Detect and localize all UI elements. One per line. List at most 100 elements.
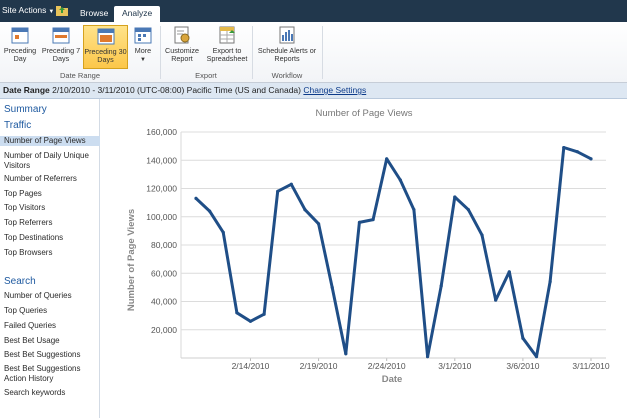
chevron-down-icon: ▼ [48,9,55,15]
ribbon-separator [252,26,253,79]
nav-item-number-of-page-views[interactable]: Number of Page Views [0,136,100,146]
nav-item-top-pages[interactable]: Top Pages [4,189,98,199]
chart-series [194,145,593,359]
data-point [357,220,362,224]
nav-item-top-visitors[interactable]: Top Visitors [4,203,98,213]
x-tick-label: 3/6/2010 [506,361,539,371]
data-point [480,233,484,237]
customize-report-icon [174,26,190,44]
data-point [194,196,198,200]
y-tick-label: 60,000 [151,268,177,278]
data-point [439,284,443,288]
nav-item-top-destinations[interactable]: Top Destinations [4,233,98,243]
data-point [330,285,334,289]
y-tick-label: 160,000 [146,127,177,137]
y-tick-label: 80,000 [151,240,177,250]
data-point [344,352,348,356]
nav-heading-traffic[interactable]: Traffic [4,120,31,131]
data-point [208,209,212,213]
data-point [589,157,593,161]
preceding-7-days-button[interactable]: Preceding 7 Days [40,25,82,69]
group-label-workflow: Workflow [271,71,303,80]
nav-item-best-bet-suggestions-action-history[interactable]: Best Bet Suggestions Action History [4,364,98,383]
export-to-spreadsheet-label: Export to Spreadsheet [206,46,248,63]
x-tick-label: 2/14/2010 [232,361,270,371]
data-point [221,230,225,234]
schedule-alerts-button[interactable]: Schedule Alerts or Reports [254,25,320,69]
ribbon-separator [160,26,161,79]
preceding-7-days-label: Preceding 7 Days [41,46,81,63]
data-point [262,312,266,316]
export-to-spreadsheet-button[interactable]: Export to Spreadsheet [204,25,250,69]
calendar-month-icon [97,28,114,45]
data-point [248,319,253,323]
x-axis-ticks: 2/14/2010 2/19/2010 2/24/2010 3/1/2010 3/6/2… [181,357,610,371]
data-point [398,178,402,182]
schedule-alerts-icon [279,26,295,44]
y-axis-ticks: 20,000 40,000 60,000 80,000 100,000 120,000 14… [146,127,177,335]
more-button[interactable]: More ▼ [130,25,156,69]
calendar-week-icon [52,27,70,44]
data-point [548,280,552,284]
preceding-30-days-button[interactable]: Preceding 30 Days [83,25,128,69]
customize-report-label: Customize Report [165,46,199,63]
group-label-date-range: Date Range [59,71,101,80]
x-axis-label: Date [382,374,403,385]
chart-canvas: Number of Page Views 20,000 40,000 60,000 8… [126,108,610,385]
data-point [276,189,280,193]
site-actions-label: Site Actions [2,5,47,15]
nav-item-best-bet-usage[interactable]: Best Bet Usage [4,336,98,346]
ribbon: Preceding Day Preceding 7 Days Preceding… [0,22,627,83]
data-point [385,157,389,161]
data-point [575,150,579,154]
ribbon-separator [322,26,323,79]
data-point [562,145,566,150]
change-settings-link[interactable]: Change Settings [303,85,366,95]
chevron-down-icon: ▼ [140,57,146,63]
series-line-page-views [194,146,593,359]
calendar-day-icon [11,27,29,44]
y-tick-label: 40,000 [151,297,177,307]
nav-item-top-referrers[interactable]: Top Referrers [4,218,98,228]
nav-item-failed-queries[interactable]: Failed Queries [4,321,98,331]
more-label: More [134,46,152,55]
nav-item-best-bet-suggestions[interactable]: Best Bet Suggestions [4,350,98,360]
y-tick-label: 140,000 [146,155,177,165]
data-point [507,270,511,274]
data-point [521,336,525,340]
x-tick-label: 2/24/2010 [368,361,406,371]
nav-item-number-of-referrers[interactable]: Number of Referrers [4,174,98,184]
y-axis-label: Number of Page Views [126,209,137,311]
x-tick-label: 3/11/2010 [572,361,609,371]
tab-browse[interactable]: Browse [72,6,116,22]
data-point [289,182,293,186]
y-tick-label: 20,000 [151,325,177,335]
chart-title: Number of Page Views [316,108,413,119]
nav-item-number-of-queries[interactable]: Number of Queries [4,291,98,301]
date-range-label: Date Range [3,85,50,95]
data-point [534,354,539,359]
nav-item-top-browsers[interactable]: Top Browsers [4,248,98,258]
y-tick-label: 120,000 [146,184,177,194]
nav-heading-search[interactable]: Search [4,276,36,287]
tab-analyze[interactable]: Analyze [114,6,161,22]
customize-report-button[interactable]: Customize Report [162,25,202,69]
page-views-chart: Number of Page Views 20,000 40,000 60,000 8… [101,100,627,418]
nav-item-top-queries[interactable]: Top Queries [4,306,98,316]
left-navigation: Summary Traffic Number of Page Views Num… [0,99,100,418]
x-tick-label: 3/1/2010 [438,361,471,371]
data-point [466,208,471,212]
navigate-up-icon[interactable] [56,5,68,16]
data-point [303,208,307,212]
data-point [412,208,416,212]
data-point [371,217,375,222]
date-range-value: 2/10/2010 - 3/11/2010 (UTC-08:00) Pacifi… [52,85,301,95]
site-actions-menu[interactable]: Site Actions ▼ [2,5,54,15]
preceding-day-button[interactable]: Preceding Day [2,25,38,69]
data-point [316,222,321,226]
nav-item-search-keywords[interactable]: Search keywords [4,388,98,398]
top-bar: Site Actions ▼ Browse Analyze [0,0,627,22]
nav-item-daily-unique-visitors[interactable]: Number of Daily Unique Visitors [4,151,98,170]
x-tick-label: 2/19/2010 [300,361,338,371]
nav-heading-summary[interactable]: Summary [4,104,47,115]
